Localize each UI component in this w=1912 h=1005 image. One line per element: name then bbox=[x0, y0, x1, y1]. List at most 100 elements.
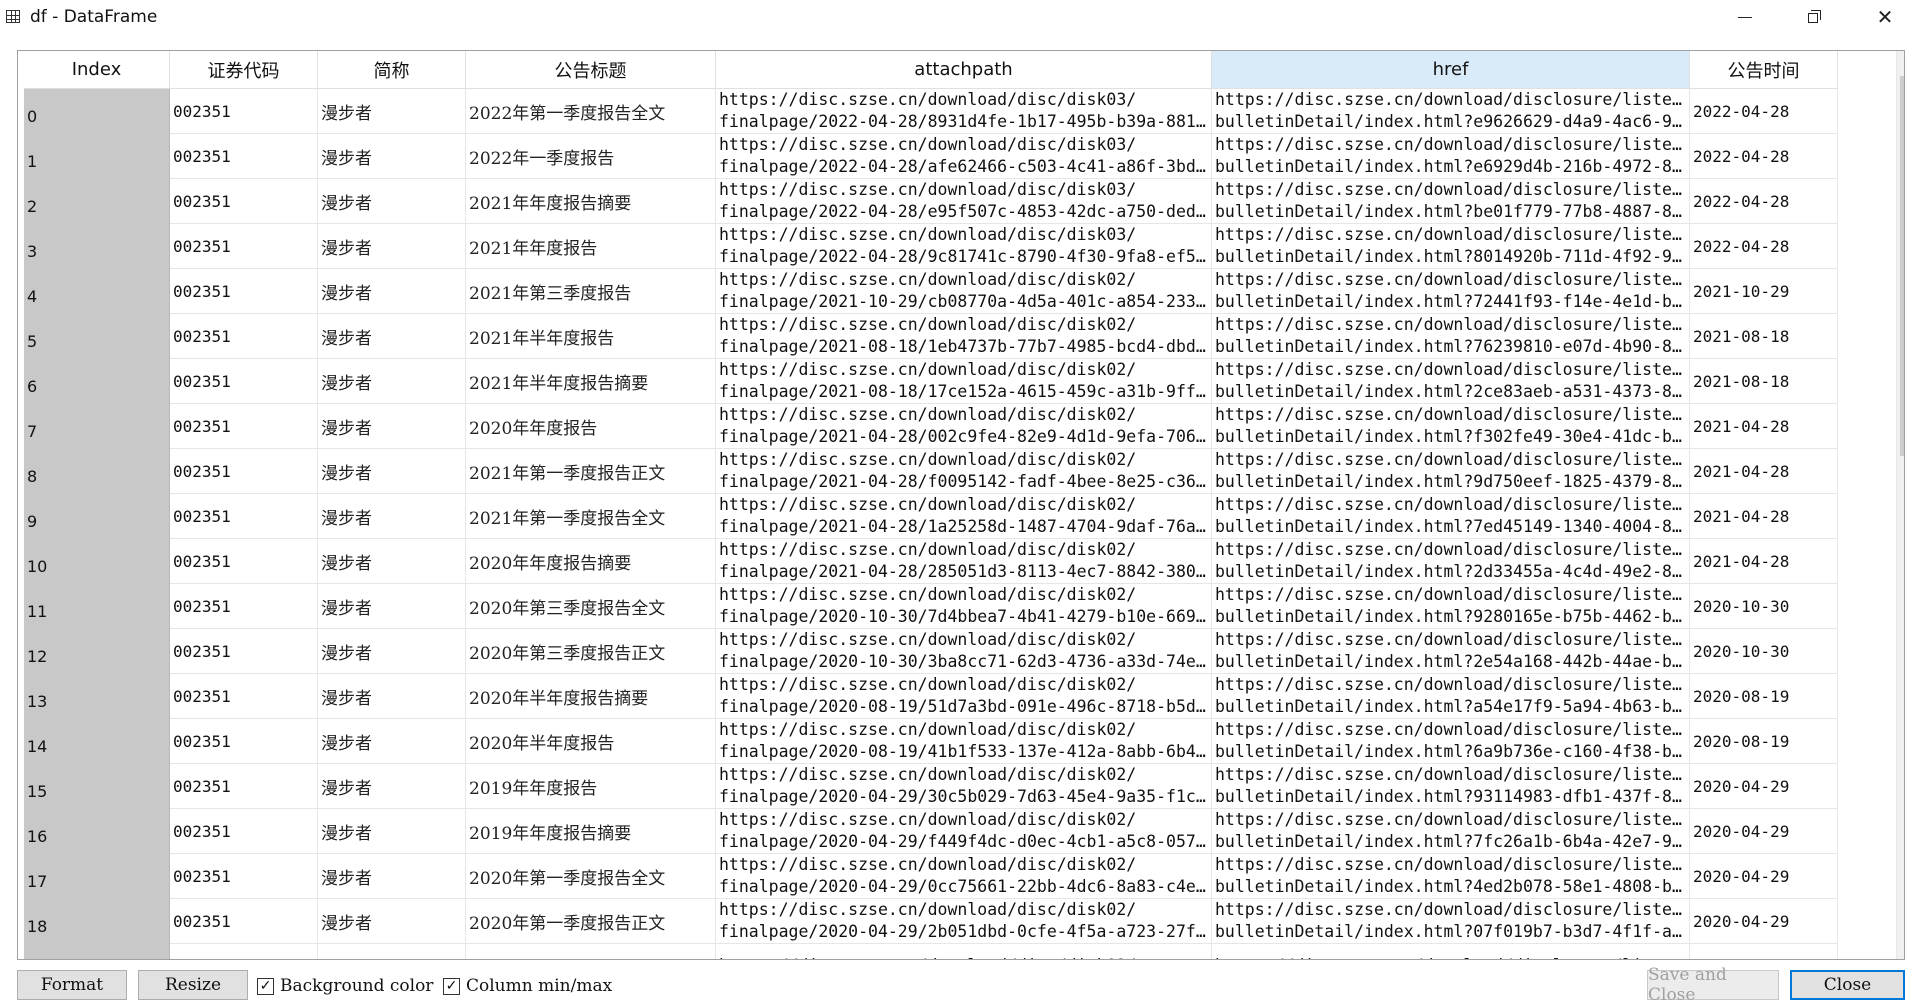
cell-attachpath[interactable]: https://disc.szse.cn/download/disc/disk0… bbox=[716, 134, 1212, 179]
cell-title[interactable]: 2022年第一季度报告全文 bbox=[466, 89, 716, 134]
table-row[interactable]: 10 002351 漫步者 2020年年度报告摘要 https://disc.szse.… bbox=[24, 539, 1838, 584]
row-index[interactable]: 0 bbox=[24, 89, 170, 134]
cell-name[interactable]: 漫步者 bbox=[318, 89, 466, 134]
table-row[interactable]: 2 002351 漫步者 2021年年度报告摘要 https://disc.szse.c… bbox=[24, 179, 1838, 224]
cell-title[interactable]: 2021年年度报告摘要 bbox=[466, 179, 716, 224]
cell-date[interactable]: 2020-04-29 bbox=[1690, 854, 1838, 899]
table-row[interactable]: 13 002351 漫步者 2020年半年度报告摘要 https://disc.szse… bbox=[24, 674, 1838, 719]
cell-attachpath[interactable]: https://disc.szse.cn/download/disc/disk0… bbox=[716, 584, 1212, 629]
row-index[interactable]: 8 bbox=[24, 449, 170, 494]
cell-title[interactable] bbox=[466, 944, 716, 959]
cell-code[interactable]: 002351 bbox=[170, 719, 318, 764]
cell-name[interactable]: 漫步者 bbox=[318, 674, 466, 719]
scrollbar-thumb[interactable] bbox=[1900, 76, 1904, 456]
cell-code[interactable]: 002351 bbox=[170, 269, 318, 314]
cell-attachpath[interactable]: https://disc.szse.cn/download/disc/disk0… bbox=[716, 494, 1212, 539]
cell-attachpath[interactable]: https://disc.szse.cn/download/disc/disk0… bbox=[716, 539, 1212, 584]
cell-name[interactable]: 漫步者 bbox=[318, 764, 466, 809]
cell-code[interactable]: 002351 bbox=[170, 224, 318, 269]
row-index[interactable] bbox=[24, 944, 170, 959]
cell-attachpath[interactable]: https://disc.szse.cn/download/disc/disk0… bbox=[716, 809, 1212, 854]
table-row[interactable]: 6 002351 漫步者 2021年半年度报告摘要 https://disc.szse.… bbox=[24, 359, 1838, 404]
cell-code[interactable]: 002351 bbox=[170, 899, 318, 944]
cell-attachpath[interactable]: https://disc.szse.cn/download/disc/disk0… bbox=[716, 404, 1212, 449]
cell-name[interactable]: 漫步者 bbox=[318, 899, 466, 944]
row-index[interactable]: 18 bbox=[24, 899, 170, 944]
row-index[interactable]: 13 bbox=[24, 674, 170, 719]
save-and-close-button[interactable]: Save and Close bbox=[1647, 965, 1779, 1005]
table-row[interactable]: 0 002351 漫步者 2022年第一季度报告全文 https://disc.szse… bbox=[24, 89, 1838, 134]
cell-title[interactable]: 2020年年度报告摘要 bbox=[466, 539, 716, 584]
cell-code[interactable]: 002351 bbox=[170, 854, 318, 899]
cell-name[interactable]: 漫步者 bbox=[318, 854, 466, 899]
cell-name[interactable]: 漫步者 bbox=[318, 134, 466, 179]
cell-href[interactable]: https://disc.szse.cn/download/disclosure… bbox=[1212, 674, 1690, 719]
cell-attachpath[interactable]: https://disc.szse.cn/download/disc/disk0… bbox=[716, 674, 1212, 719]
cell-code[interactable] bbox=[170, 944, 318, 959]
cell-title[interactable]: 2021年第一季度报告正文 bbox=[466, 449, 716, 494]
table-row[interactable]: 漫步者 https://disc.szse.cn/download/disc/di… bbox=[24, 944, 1838, 959]
table-row[interactable]: 16 002351 漫步者 2019年年度报告摘要 https://disc.szse.… bbox=[24, 809, 1838, 854]
cell-href[interactable]: https://disc.szse.cn/download/disclosure… bbox=[1212, 539, 1690, 584]
cell-date[interactable]: 2020-08-19 bbox=[1690, 719, 1838, 764]
table-row[interactable]: 8 002351 漫步者 2021年第一季度报告正文 https://disc.szse… bbox=[24, 449, 1838, 494]
cell-attachpath[interactable]: https://disc.szse.cn/download/disc/disk0… bbox=[716, 269, 1212, 314]
cell-date[interactable]: 2021-04-28 bbox=[1690, 539, 1838, 584]
cell-date[interactable]: 2021-08-18 bbox=[1690, 359, 1838, 404]
cell-date[interactable]: 2020-04-29 bbox=[1690, 764, 1838, 809]
header-code[interactable]: 证券代码 bbox=[170, 51, 318, 89]
cell-code[interactable]: 002351 bbox=[170, 404, 318, 449]
cell-href[interactable]: https://disc.szse.cn/download/disclosure… bbox=[1212, 629, 1690, 674]
cell-attachpath[interactable]: https://disc.szse.cn/download/disc/disk0… bbox=[716, 89, 1212, 134]
cell-href[interactable]: https://disc.szse.cn/download/disclosure… bbox=[1212, 224, 1690, 269]
minimize-button[interactable] bbox=[1710, 0, 1780, 34]
cell-title[interactable]: 2020年第三季度报告全文 bbox=[466, 584, 716, 629]
cell-href[interactable]: https://disc.szse.cn/download/disclosure… bbox=[1212, 269, 1690, 314]
row-index[interactable]: 6 bbox=[24, 359, 170, 404]
cell-title[interactable]: 2020年第三季度报告正文 bbox=[466, 629, 716, 674]
cell-code[interactable]: 002351 bbox=[170, 629, 318, 674]
cell-name[interactable]: 漫步者 bbox=[318, 179, 466, 224]
cell-date[interactable]: 2021-08-18 bbox=[1690, 314, 1838, 359]
format-button[interactable]: Format bbox=[17, 970, 127, 1000]
close-window-button[interactable]: ✕ bbox=[1850, 0, 1912, 34]
cell-name[interactable]: 漫步者 bbox=[318, 629, 466, 674]
cell-name[interactable]: 漫步者 bbox=[318, 404, 466, 449]
cell-code[interactable]: 002351 bbox=[170, 494, 318, 539]
cell-attachpath[interactable]: https://disc.szse.cn/download/disc/disk0… bbox=[716, 314, 1212, 359]
table-row[interactable]: 18 002351 漫步者 2020年第一季度报告正文 https://disc.szs… bbox=[24, 899, 1838, 944]
cell-date[interactable]: 2020-04-29 bbox=[1690, 809, 1838, 854]
cell-href[interactable]: https://disc.szse.cn/download/disclosure… bbox=[1212, 494, 1690, 539]
chevron-up-icon[interactable]: ⌃ bbox=[1897, 53, 1904, 73]
cell-date[interactable]: 2021-04-28 bbox=[1690, 404, 1838, 449]
cell-title[interactable]: 2021年半年度报告摘要 bbox=[466, 359, 716, 404]
cell-title[interactable]: 2020年半年度报告摘要 bbox=[466, 674, 716, 719]
table-row[interactable]: 12 002351 漫步者 2020年第三季度报告正文 https://disc.szs… bbox=[24, 629, 1838, 674]
row-index[interactable]: 12 bbox=[24, 629, 170, 674]
cell-href[interactable]: https://disc.szse.cn/download/disclosure… bbox=[1212, 854, 1690, 899]
table-row[interactable]: 7 002351 漫步者 2020年年度报告 https://disc.szse.cn/… bbox=[24, 404, 1838, 449]
header-title[interactable]: 公告标题 bbox=[466, 51, 716, 89]
row-index[interactable]: 5 bbox=[24, 314, 170, 359]
cell-href[interactable]: https://disc.szse.cn/download/disclosure… bbox=[1212, 764, 1690, 809]
cell-attachpath[interactable]: https://disc.szse.cn/download/disc/disk0… bbox=[716, 854, 1212, 899]
row-index[interactable]: 11 bbox=[24, 584, 170, 629]
cell-name[interactable]: 漫步者 bbox=[318, 584, 466, 629]
cell-title[interactable]: 2021年第一季度报告全文 bbox=[466, 494, 716, 539]
resize-button[interactable]: Resize bbox=[138, 970, 248, 1000]
cell-code[interactable]: 002351 bbox=[170, 314, 318, 359]
row-index[interactable]: 4 bbox=[24, 269, 170, 314]
cell-date[interactable]: 2022-04-28 bbox=[1690, 134, 1838, 179]
cell-name[interactable]: 漫步者 bbox=[318, 539, 466, 584]
row-index[interactable]: 3 bbox=[24, 224, 170, 269]
cell-date[interactable]: 2020-04-29 bbox=[1690, 899, 1838, 944]
cell-href[interactable]: https://disc.szse.cn/download/disclosure… bbox=[1212, 719, 1690, 764]
checkmark-icon[interactable]: ✓ bbox=[257, 977, 274, 995]
cell-date[interactable]: 2022-04-28 bbox=[1690, 224, 1838, 269]
table-row[interactable]: 9 002351 漫步者 2021年第一季度报告全文 https://disc.szse… bbox=[24, 494, 1838, 539]
table-row[interactable]: 1 002351 漫步者 2022年一季度报告 https://disc.szse.cn… bbox=[24, 134, 1838, 179]
cell-href[interactable]: https://disc.szse.cn/download/disclosure… bbox=[1212, 899, 1690, 944]
header-date[interactable]: 公告时间 bbox=[1690, 51, 1838, 89]
header-href[interactable]: href bbox=[1212, 51, 1690, 89]
cell-href[interactable]: https://disc.szse.cn/download/disclosure… bbox=[1212, 584, 1690, 629]
